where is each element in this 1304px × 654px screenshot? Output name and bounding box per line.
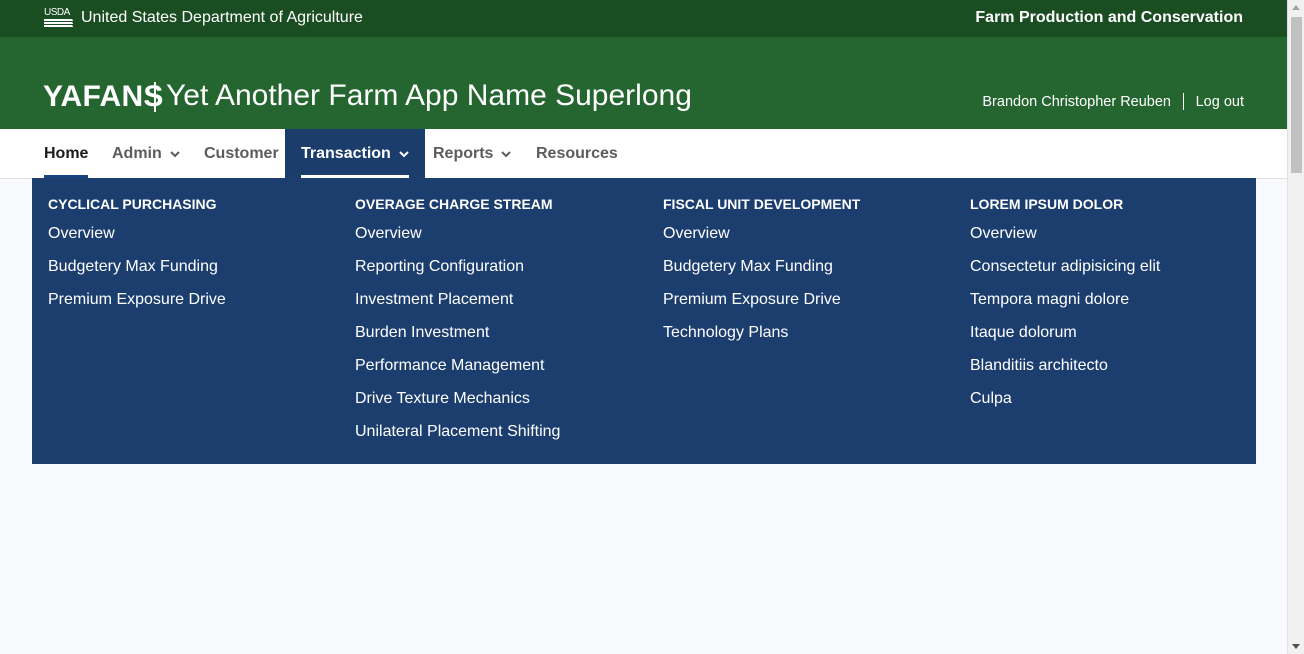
transaction-megamenu: Cyclical Purchasing Overview Budgetery M… bbox=[32, 178, 1256, 464]
nav-home-label: Home bbox=[44, 145, 89, 162]
nav-home[interactable]: Home bbox=[44, 129, 89, 179]
chevron-down-icon bbox=[501, 151, 512, 158]
megamenu-link[interactable]: Investment Placement bbox=[355, 283, 560, 316]
megamenu-link[interactable]: Premium Exposure Drive bbox=[48, 283, 226, 316]
app-abbreviation[interactable]: YAFANS bbox=[43, 80, 164, 114]
megamenu-link[interactable]: Overview bbox=[355, 217, 560, 250]
megamenu-link[interactable]: Reporting Configuration bbox=[355, 250, 560, 283]
megamenu-link[interactable]: Performance Management bbox=[355, 349, 560, 382]
megamenu-link[interactable]: Tempora magni dolore bbox=[970, 283, 1160, 316]
user-name: Brandon Christopher Reuben bbox=[982, 94, 1171, 110]
megamenu-column: Fiscal Unit Development Overview Budgete… bbox=[663, 195, 860, 349]
megamenu-link[interactable]: Burden Investment bbox=[355, 316, 560, 349]
nav-admin[interactable]: Admin bbox=[112, 129, 180, 179]
department-name: United States Department of Agriculture bbox=[81, 9, 363, 26]
usda-logo: USDA bbox=[44, 7, 73, 28]
primary-nav: Home Admin Customer Transaction Reports … bbox=[0, 129, 1287, 179]
megamenu-link[interactable]: Unilateral Placement Shifting bbox=[355, 415, 560, 448]
megamenu-heading: Overage Charge Stream bbox=[355, 196, 553, 212]
agency-name: Farm Production and Conservation bbox=[975, 9, 1243, 26]
nav-transaction[interactable]: Transaction bbox=[285, 129, 425, 179]
nav-resources-label: Resources bbox=[536, 145, 618, 162]
megamenu-heading: Cyclical Purchasing bbox=[48, 196, 217, 212]
scroll-down-icon[interactable] bbox=[1292, 644, 1300, 649]
megamenu-heading: Lorem Ipsum Dolor bbox=[970, 196, 1124, 212]
megamenu-link[interactable]: Premium Exposure Drive bbox=[663, 283, 860, 316]
chevron-down-icon bbox=[399, 151, 409, 158]
nav-transaction-label: Transaction bbox=[301, 145, 391, 162]
nav-customer[interactable]: Customer bbox=[204, 129, 279, 179]
megamenu-heading: Fiscal Unit Development bbox=[663, 196, 861, 212]
megamenu-link[interactable]: Overview bbox=[48, 217, 226, 250]
megamenu-link[interactable]: Budgetery Max Funding bbox=[663, 250, 860, 283]
megamenu-link[interactable]: Technology Plans bbox=[663, 316, 860, 349]
nav-admin-label: Admin bbox=[112, 145, 162, 162]
megamenu-column: Lorem Ipsum Dolor Overview Consectetur a… bbox=[970, 195, 1160, 415]
nav-reports[interactable]: Reports bbox=[433, 129, 512, 179]
scroll-up-icon[interactable] bbox=[1292, 5, 1300, 10]
megamenu-link[interactable]: Drive Texture Mechanics bbox=[355, 382, 560, 415]
logout-link[interactable]: Log out bbox=[1196, 94, 1244, 110]
nav-reports-label: Reports bbox=[433, 145, 494, 162]
app-header: YAFANS Yet Another Farm App Name Superlo… bbox=[0, 37, 1287, 129]
nav-customer-label: Customer bbox=[204, 145, 279, 162]
page-scrollbar[interactable] bbox=[1287, 0, 1304, 654]
usda-logo-text: USDA bbox=[44, 7, 70, 18]
megamenu-link[interactable]: Culpa bbox=[970, 382, 1160, 415]
megamenu-link[interactable]: Overview bbox=[663, 217, 860, 250]
megamenu-column: Cyclical Purchasing Overview Budgetery M… bbox=[48, 195, 226, 316]
megamenu-link[interactable]: Budgetery Max Funding bbox=[48, 250, 226, 283]
app-name[interactable]: Yet Another Farm App Name Superlong bbox=[166, 79, 692, 113]
megamenu-link[interactable]: Consectetur adipisicing elit bbox=[970, 250, 1160, 283]
nav-resources[interactable]: Resources bbox=[536, 129, 618, 179]
user-divider bbox=[1183, 93, 1184, 110]
title-divider bbox=[154, 82, 156, 112]
usda-banner: USDA United States Department of Agricul… bbox=[0, 0, 1287, 37]
megamenu-column: Overage Charge Stream Overview Reporting… bbox=[355, 195, 560, 448]
chevron-down-icon bbox=[170, 151, 180, 158]
megamenu-link[interactable]: Overview bbox=[970, 217, 1160, 250]
megamenu-link[interactable]: Blanditiis architecto bbox=[970, 349, 1160, 382]
megamenu-link[interactable]: Itaque dolorum bbox=[970, 316, 1160, 349]
scrollbar-thumb[interactable] bbox=[1291, 17, 1302, 173]
